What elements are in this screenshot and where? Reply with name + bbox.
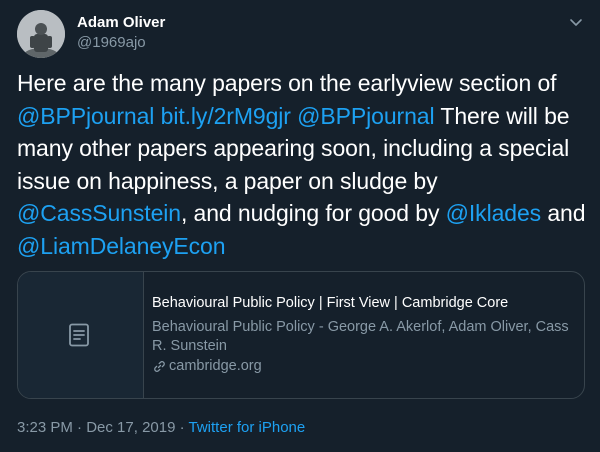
meta-separator: · (175, 419, 189, 436)
mention-link-liamdelaneyecon[interactable]: @LiamDelaneyEcon (17, 233, 226, 259)
tweet-text-segment: , and nudging for good by (180, 200, 446, 226)
avatar[interactable] (17, 10, 65, 58)
tweet-text-segment: and (541, 200, 586, 226)
card-title: Behavioural Public Policy | First View |… (152, 295, 509, 311)
meta-separator: · (72, 419, 87, 436)
author-display-name[interactable]: Adam Oliver (77, 14, 165, 31)
card-body: Behavioural Public Policy | First View |… (152, 294, 572, 376)
mention-link-casssunstein[interactable]: @CassSunstein (17, 200, 181, 226)
document-icon (69, 323, 89, 347)
mention-link-bppjournal[interactable]: @BPPjournal (297, 103, 434, 129)
mention-link-bppjournal[interactable]: @BPPjournal (17, 103, 154, 129)
tweet-text: Here are the many papers on the earlyvie… (17, 67, 587, 262)
tweet-meta: 3:23 PM · Dec 17, 2019 · Twitter for iPh… (17, 419, 305, 436)
card-description: Behavioural Public Policy - George A. Ak… (152, 319, 569, 354)
tweet-time[interactable]: 3:23 PM (17, 419, 73, 436)
link-preview-card[interactable]: Behavioural Public Policy | First View |… (17, 271, 585, 399)
tweet-source-link[interactable]: Twitter for iPhone (189, 419, 306, 436)
link-icon (154, 361, 165, 372)
card-domain-text: cambridge.org (169, 358, 262, 374)
card-thumbnail (18, 272, 144, 398)
author-handle[interactable]: @1969ajo (77, 34, 146, 51)
chevron-down-icon[interactable] (566, 12, 586, 32)
card-domain: cambridge.org (152, 357, 572, 376)
mention-link-iklades[interactable]: @Iklades (446, 200, 542, 226)
tweet-date[interactable]: Dec 17, 2019 (86, 419, 175, 436)
url-link[interactable]: bit.ly/2rM9gjr (161, 103, 291, 129)
tweet-text-segment: Here are the many papers on the earlyvie… (17, 70, 557, 96)
